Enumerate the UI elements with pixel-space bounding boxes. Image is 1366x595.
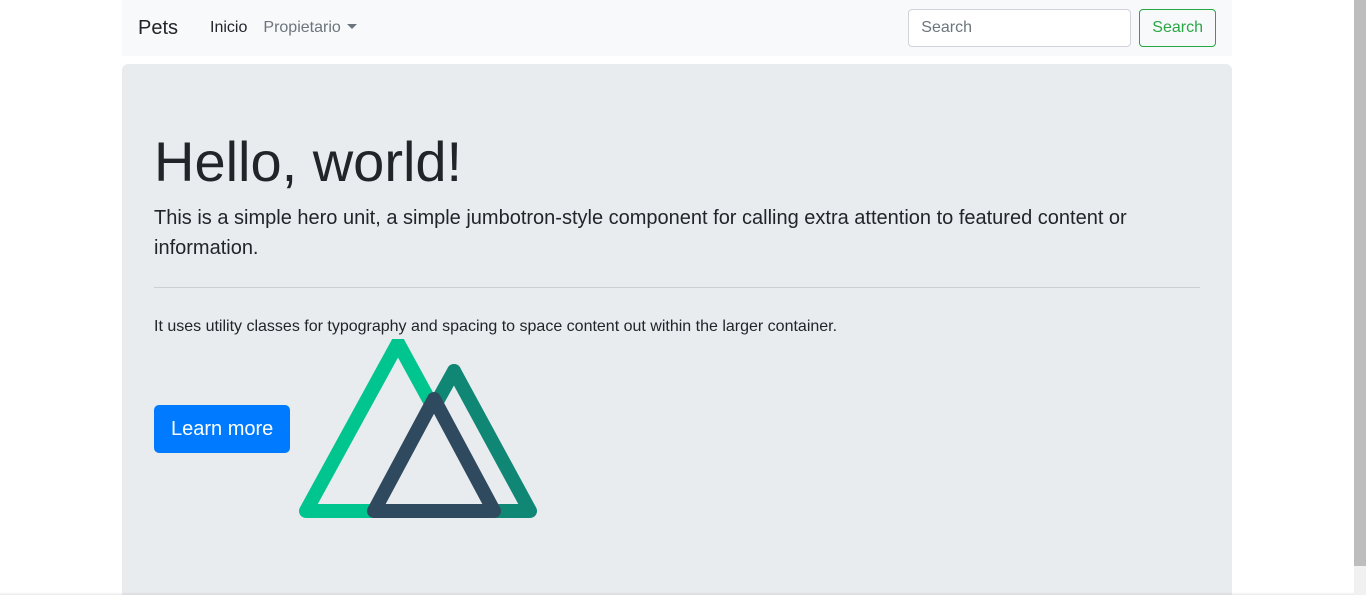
nav-dropdown-propietario[interactable]: Propietario: [255, 11, 364, 45]
search-form: Search: [908, 9, 1216, 47]
logo-green-triangle: [299, 339, 420, 519]
caret-down-icon: [346, 24, 357, 29]
hero-lead: This is a simple hero unit, a simple jum…: [154, 207, 1127, 260]
nav-dropdown-label: Propietario: [263, 19, 341, 36]
hero-body: It uses utility classes for typography a…: [154, 318, 838, 336]
scrollbar-thumb[interactable]: [1354, 0, 1366, 566]
nuxt-logo-icon: [299, 339, 537, 519]
hero-title: Hello, world!: [154, 130, 463, 193]
jumbotron: Hello, world! This is a simple hero unit…: [122, 64, 1232, 595]
search-button[interactable]: Search: [1139, 9, 1216, 47]
divider: [154, 287, 1200, 289]
logo-teal-triangle: [447, 364, 537, 519]
navbar-brand[interactable]: Pets: [138, 17, 178, 40]
page: Pets Inicio Propietario Search Hello, wo…: [0, 0, 1366, 595]
search-input[interactable]: [908, 9, 1132, 47]
scrollbar[interactable]: [1354, 0, 1366, 595]
main-container: Pets Inicio Propietario Search Hello, wo…: [122, 0, 1232, 595]
nav-link-inicio[interactable]: Inicio: [202, 11, 255, 45]
cta-row: Learn more: [154, 339, 1200, 539]
navbar: Pets Inicio Propietario Search: [122, 0, 1232, 56]
learn-more-button[interactable]: Learn more: [154, 405, 291, 454]
